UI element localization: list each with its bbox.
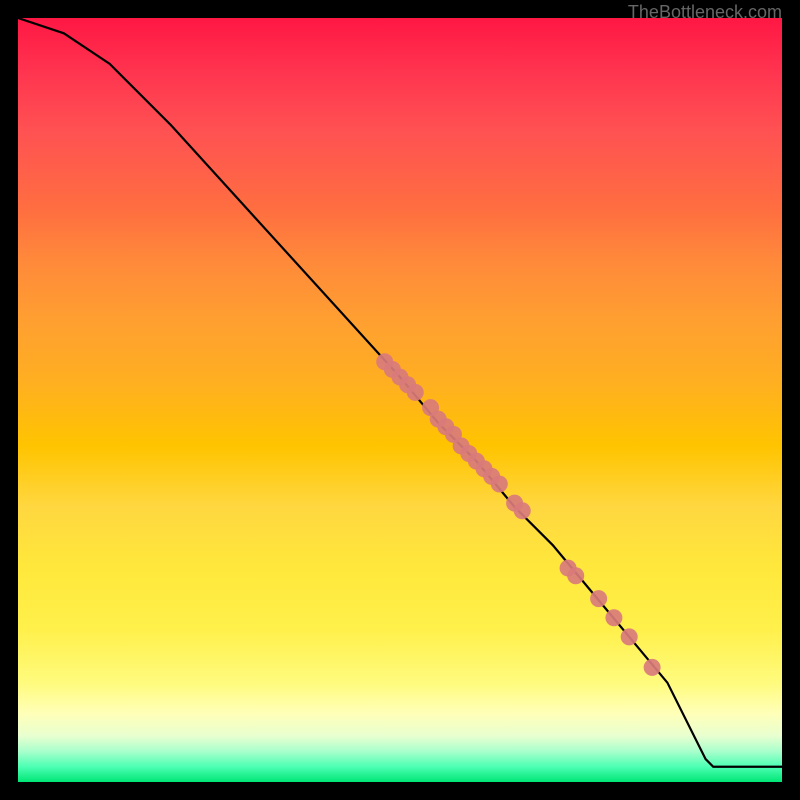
watermark-text: TheBottleneck.com [628,2,782,23]
data-point [567,567,584,584]
data-point [605,609,622,626]
data-point [644,659,661,676]
chart-line [18,18,782,767]
data-point [407,384,424,401]
data-point [621,628,638,645]
chart-overlay [18,18,782,782]
chart-points-group [376,353,660,676]
data-point [514,502,531,519]
data-point [590,590,607,607]
data-point [491,476,508,493]
